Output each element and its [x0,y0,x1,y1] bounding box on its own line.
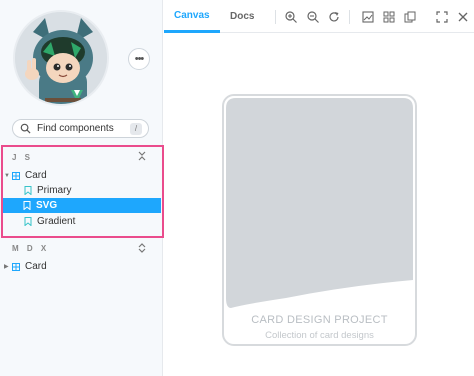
tree-story-svg[interactable]: SVG [3,198,161,213]
tree-story-gradient[interactable]: Gradient [24,214,75,229]
tree-story-label: Primary [37,185,72,196]
tree-component-label: Card [25,261,47,272]
caret-down-icon: ▼ [4,172,10,179]
bookmark-icon [24,186,32,195]
section-title-mdx: M D X [12,244,50,253]
outline-icon[interactable] [404,11,416,23]
preview-canvas: CARD DESIGN PROJECT Collection of card d… [164,34,474,376]
bookmark-icon [24,217,32,226]
toolbar: Canvas Docs [164,0,474,33]
tab-docs[interactable]: Docs [220,0,264,33]
more-options-icon: ••• [134,53,145,65]
grid-icon[interactable] [383,11,395,23]
tree-story-label: Gradient [37,216,76,227]
sidebar: ••• Find components / J S ▼ Card Primary [0,0,164,376]
reset-zoom-icon[interactable] [328,11,340,23]
search-shortcut-key: / [130,122,142,135]
background-icon[interactable] [362,11,374,23]
card-title: CARD DESIGN PROJECT [251,314,388,326]
tree-story-label: SVG [36,200,58,211]
tab-label: Docs [230,11,255,22]
toolbar-divider [349,10,350,24]
tab-label: Canvas [174,9,210,21]
component-icon [12,262,20,271]
card-subtitle: Collection of card designs [265,330,374,341]
collapse-toggle-icon[interactable] [138,151,146,163]
tab-canvas[interactable]: Canvas [164,0,220,33]
tree-component-card-mdx[interactable]: ▶ Card [4,259,47,274]
tree-story-primary[interactable]: Primary [24,183,71,198]
zoom-out-icon[interactable] [307,11,319,23]
card-preview[interactable]: CARD DESIGN PROJECT Collection of card d… [222,94,417,346]
zoom-in-icon[interactable] [285,11,297,23]
caret-right-icon: ▶ [4,264,9,270]
mascot-avatar-image [15,12,107,104]
tree-component-label: Card [25,170,47,181]
toolbar-divider [275,10,276,24]
search-icon [20,123,31,134]
component-icon [12,171,20,180]
search-input[interactable]: Find components / [12,119,149,138]
avatar[interactable] [13,10,109,106]
more-options-button[interactable]: ••• [128,48,150,70]
search-placeholder: Find components [37,123,114,134]
section-title-js: J S [12,153,34,162]
card-image-area [226,98,413,308]
bookmark-icon [23,201,31,210]
tree-component-card[interactable]: ▼ Card [4,168,47,183]
fullscreen-icon[interactable] [436,11,448,23]
close-icon[interactable] [457,11,469,23]
expand-toggle-icon[interactable] [138,243,146,255]
